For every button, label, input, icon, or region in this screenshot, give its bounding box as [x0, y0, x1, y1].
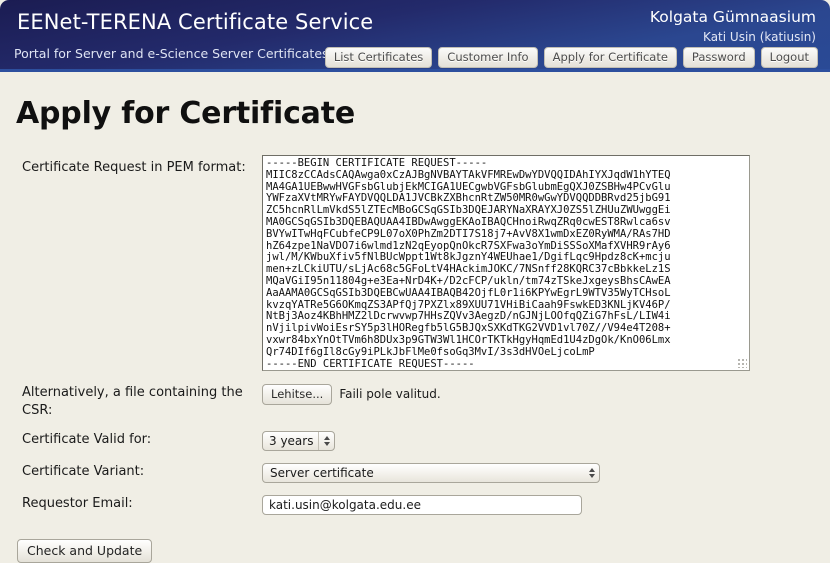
variant-value: Server certificate — [270, 466, 374, 480]
variant-select[interactable]: Server certificate — [262, 463, 600, 483]
variant-row: Certificate Variant: Server certificate — [0, 463, 830, 483]
pem-row: Certificate Request in PEM format: -----… — [0, 155, 830, 371]
site-header: EENet-TERENA Certificate Service Portal … — [0, 0, 830, 72]
file-label: Alternatively, a file containing the CSR… — [22, 385, 243, 418]
page-content: Apply for Certificate Certificate Reques… — [0, 72, 830, 563]
account-organization: Kolgata Gümnaasium — [649, 8, 816, 26]
main-navigation: List Certificates Customer Info Apply fo… — [324, 47, 818, 68]
email-field-wrap — [262, 495, 830, 515]
check-and-update-button[interactable]: Check and Update — [17, 539, 153, 563]
variant-label: Certificate Variant: — [22, 464, 145, 479]
valid-for-label: Certificate Valid for: — [22, 432, 152, 447]
pem-label: Certificate Request in PEM format: — [22, 160, 246, 175]
valid-for-select[interactable]: 3 years — [262, 431, 336, 451]
chevron-updown-icon — [318, 432, 334, 450]
valid-for-field: 3 years — [262, 431, 830, 451]
apply-certificate-form: Certificate Request in PEM format: -----… — [0, 155, 830, 563]
submit-row: Check and Update — [0, 515, 830, 563]
variant-field: Server certificate — [262, 463, 830, 483]
nav-apply-for-certificate[interactable]: Apply for Certificate — [543, 47, 677, 68]
page-title: Apply for Certificate — [16, 96, 355, 131]
pem-textarea[interactable]: -----BEGIN CERTIFICATE REQUEST----- MIIC… — [262, 155, 750, 371]
nav-password[interactable]: Password — [682, 47, 755, 68]
file-row: Alternatively, a file containing the CSR… — [0, 384, 830, 420]
requestor-email-input[interactable] — [262, 495, 582, 515]
chevron-updown-icon — [584, 464, 599, 482]
browse-file-button[interactable]: Lehitse... — [262, 384, 333, 405]
nav-customer-info[interactable]: Customer Info — [438, 47, 538, 68]
brand-title: EENet-TERENA Certificate Service — [17, 10, 374, 34]
nav-list-certificates[interactable]: List Certificates — [324, 47, 433, 68]
file-field: Lehitse... Faili pole valitud. — [262, 384, 830, 405]
pem-field: -----BEGIN CERTIFICATE REQUEST----- MIIC… — [262, 155, 830, 371]
brand-subtitle: Portal for Server and e-Science Server C… — [14, 46, 329, 61]
valid-for-row: Certificate Valid for: 3 years — [0, 431, 830, 451]
valid-for-value: 3 years — [269, 434, 314, 448]
nav-logout[interactable]: Logout — [760, 47, 818, 68]
account-username: Kati Usin (katiusin) — [703, 30, 816, 44]
file-status-text: Faili pole valitud. — [339, 387, 441, 401]
email-row: Requestor Email: — [0, 495, 830, 515]
email-label: Requestor Email: — [22, 496, 133, 511]
